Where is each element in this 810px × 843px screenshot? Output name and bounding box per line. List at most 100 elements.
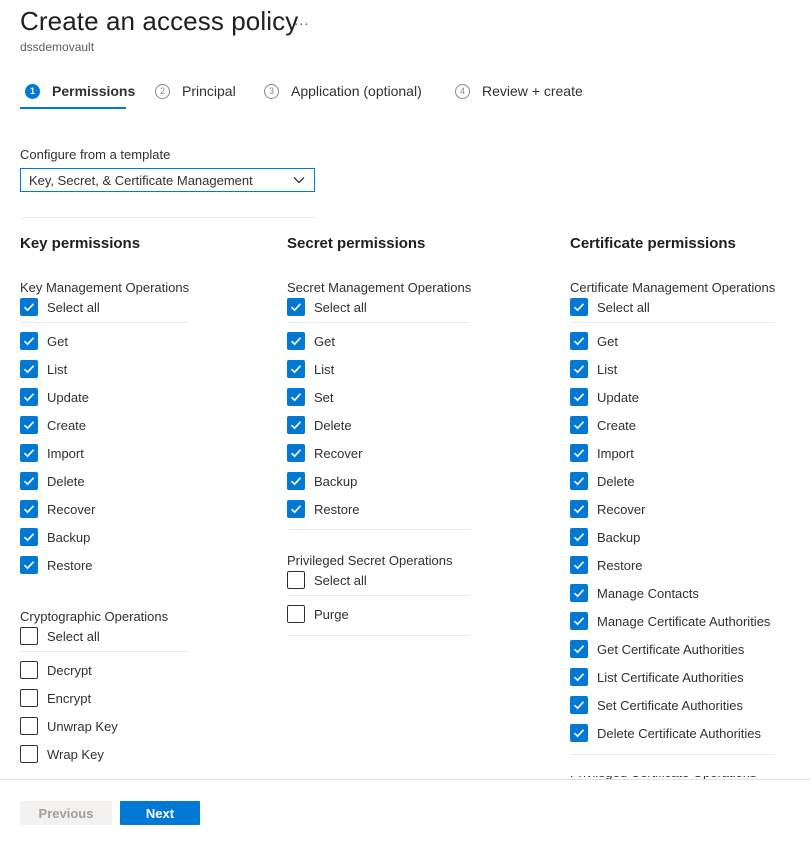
key-crypto-item[interactable]: Unwrap Key <box>20 716 118 736</box>
select-all-divider <box>570 322 775 323</box>
checkbox-checked-icon <box>570 668 588 686</box>
key-permissions-heading: Key permissions <box>20 235 141 252</box>
step-permissions[interactable]: 1 Permissions <box>25 81 135 101</box>
checkbox-checked-icon <box>20 472 38 490</box>
checkbox-label: Wrap Key <box>47 746 104 762</box>
checkbox-checked-icon <box>20 500 38 518</box>
checkbox-label: Delete <box>597 473 635 489</box>
checkbox-label: Purge <box>314 606 349 622</box>
checkbox-label: List <box>314 361 335 377</box>
cert-mgmt-item[interactable]: Update <box>570 387 639 407</box>
cert-mgmt-item[interactable]: Create <box>570 415 636 435</box>
checkbox-checked-icon <box>570 612 588 630</box>
key-crypto-item[interactable]: Encrypt <box>20 688 91 708</box>
secret-mgmt-item[interactable]: Restore <box>287 499 360 519</box>
cert-mgmt-item[interactable]: Import <box>570 443 634 463</box>
checkbox-label: Get <box>47 333 68 349</box>
secret-mgmt-item[interactable]: List <box>287 359 334 379</box>
checkbox-checked-icon <box>20 416 38 434</box>
secret-priv-select-all[interactable]: Select all <box>287 570 367 590</box>
key-mgmt-item[interactable]: Delete <box>20 471 85 491</box>
checkbox-label: Get Certificate Authorities <box>597 641 745 657</box>
cert-mgmt-item[interactable]: Get Certificate Authorities <box>570 639 744 659</box>
key-mgmt-item[interactable]: Restore <box>20 555 93 575</box>
key-crypto-item[interactable]: Decrypt <box>20 660 92 680</box>
secret-mgmt-select-all[interactable]: Select all <box>287 297 367 317</box>
section-divider <box>287 635 470 636</box>
cert-mgmt-select-all[interactable]: Select all <box>570 297 650 317</box>
step-principal[interactable]: 2 Principal <box>155 81 236 101</box>
secret-mgmt-item[interactable]: Get <box>287 331 335 351</box>
key-crypto-item[interactable]: Wrap Key <box>20 744 104 764</box>
cert-mgmt-section-title: Certificate Management Operations <box>570 280 776 295</box>
checkbox-label: List Certificate Authorities <box>597 669 744 685</box>
key-mgmt-item[interactable]: Update <box>20 387 89 407</box>
checkbox-unchecked-icon <box>20 627 38 645</box>
cert-mgmt-item[interactable]: Recover <box>570 499 645 519</box>
select-all-divider <box>287 595 470 596</box>
checkbox-checked-icon <box>570 416 588 434</box>
checkbox-checked-icon <box>570 584 588 602</box>
key-mgmt-item[interactable]: Backup <box>20 527 90 547</box>
checkbox-checked-icon <box>570 640 588 658</box>
checkbox-label: Recover <box>314 445 363 461</box>
cert-mgmt-item[interactable]: Get <box>570 331 618 351</box>
checkbox-checked-icon <box>287 444 305 462</box>
template-selected-value: Key, Secret, & Certificate Management <box>29 172 253 188</box>
key-mgmt-item[interactable]: Create <box>20 415 86 435</box>
key-mgmt-select-all[interactable]: Select all <box>20 297 100 317</box>
checkbox-checked-icon <box>20 528 38 546</box>
step-review-create[interactable]: 4 Review + create <box>455 81 583 101</box>
checkbox-label: Restore <box>314 501 360 517</box>
key-mgmt-item[interactable]: Import <box>20 443 84 463</box>
checkbox-label: Set Certificate Authorities <box>597 697 743 713</box>
cert-mgmt-item[interactable]: Backup <box>570 527 640 547</box>
cert-mgmt-item[interactable]: Manage Contacts <box>570 583 699 603</box>
checkbox-label: Import <box>47 445 84 461</box>
cert-mgmt-item[interactable]: Restore <box>570 555 643 575</box>
secret-priv-section-title: Privileged Secret Operations <box>287 553 453 568</box>
checkbox-checked-icon <box>570 556 588 574</box>
secret-mgmt-item[interactable]: Backup <box>287 471 357 491</box>
step-number-badge: 3 <box>264 83 279 99</box>
key-mgmt-item[interactable]: Recover <box>20 499 95 519</box>
secret-mgmt-item[interactable]: Set <box>287 387 334 407</box>
previous-button[interactable]: Previous <box>20 801 112 825</box>
cert-mgmt-item[interactable]: Delete Certificate Authorities <box>570 723 761 743</box>
key-mgmt-item[interactable]: List <box>20 359 67 379</box>
checkbox-checked-icon <box>20 388 38 406</box>
checkbox-label: Backup <box>597 529 641 545</box>
checkbox-unchecked-icon <box>287 605 305 623</box>
cert-mgmt-item[interactable]: Manage Certificate Authorities <box>570 611 770 631</box>
step-number-badge: 4 <box>455 83 470 99</box>
cert-mgmt-item[interactable]: List Certificate Authorities <box>570 667 744 687</box>
next-button[interactable]: Next <box>120 801 200 825</box>
step-label: Principal <box>182 83 236 99</box>
cert-mgmt-item[interactable]: Delete <box>570 471 635 491</box>
cert-mgmt-item[interactable]: List <box>570 359 617 379</box>
key-crypto-select-all[interactable]: Select all <box>20 626 100 646</box>
checkbox-checked-icon <box>287 472 305 490</box>
checkbox-label: Delete <box>314 417 352 433</box>
checkbox-unchecked-icon <box>20 717 38 735</box>
secret-priv-item[interactable]: Purge <box>287 604 349 624</box>
secret-mgmt-item[interactable]: Recover <box>287 443 362 463</box>
footer-divider <box>0 779 810 780</box>
key-mgmt-item[interactable]: Get <box>20 331 68 351</box>
checkbox-unchecked-icon <box>20 661 38 679</box>
checkbox-checked-icon <box>570 500 588 518</box>
checkbox-label: Restore <box>597 557 643 573</box>
checkbox-label: List <box>597 361 618 377</box>
template-dropdown[interactable]: Key, Secret, & Certificate Management <box>20 168 315 192</box>
cert-mgmt-item[interactable]: Set Certificate Authorities <box>570 695 743 715</box>
more-options-icon[interactable]: ... <box>294 12 310 29</box>
step-application[interactable]: 3 Application (optional) <box>264 81 422 101</box>
checkbox-checked-icon <box>570 388 588 406</box>
checkbox-checked-icon <box>570 360 588 378</box>
checkbox-label: Import <box>597 445 634 461</box>
checkbox-label: Set <box>314 389 334 405</box>
checkbox-label: Unwrap Key <box>47 718 118 734</box>
checkbox-checked-icon <box>570 332 588 350</box>
step-label: Permissions <box>52 83 136 99</box>
secret-mgmt-item[interactable]: Delete <box>287 415 352 435</box>
